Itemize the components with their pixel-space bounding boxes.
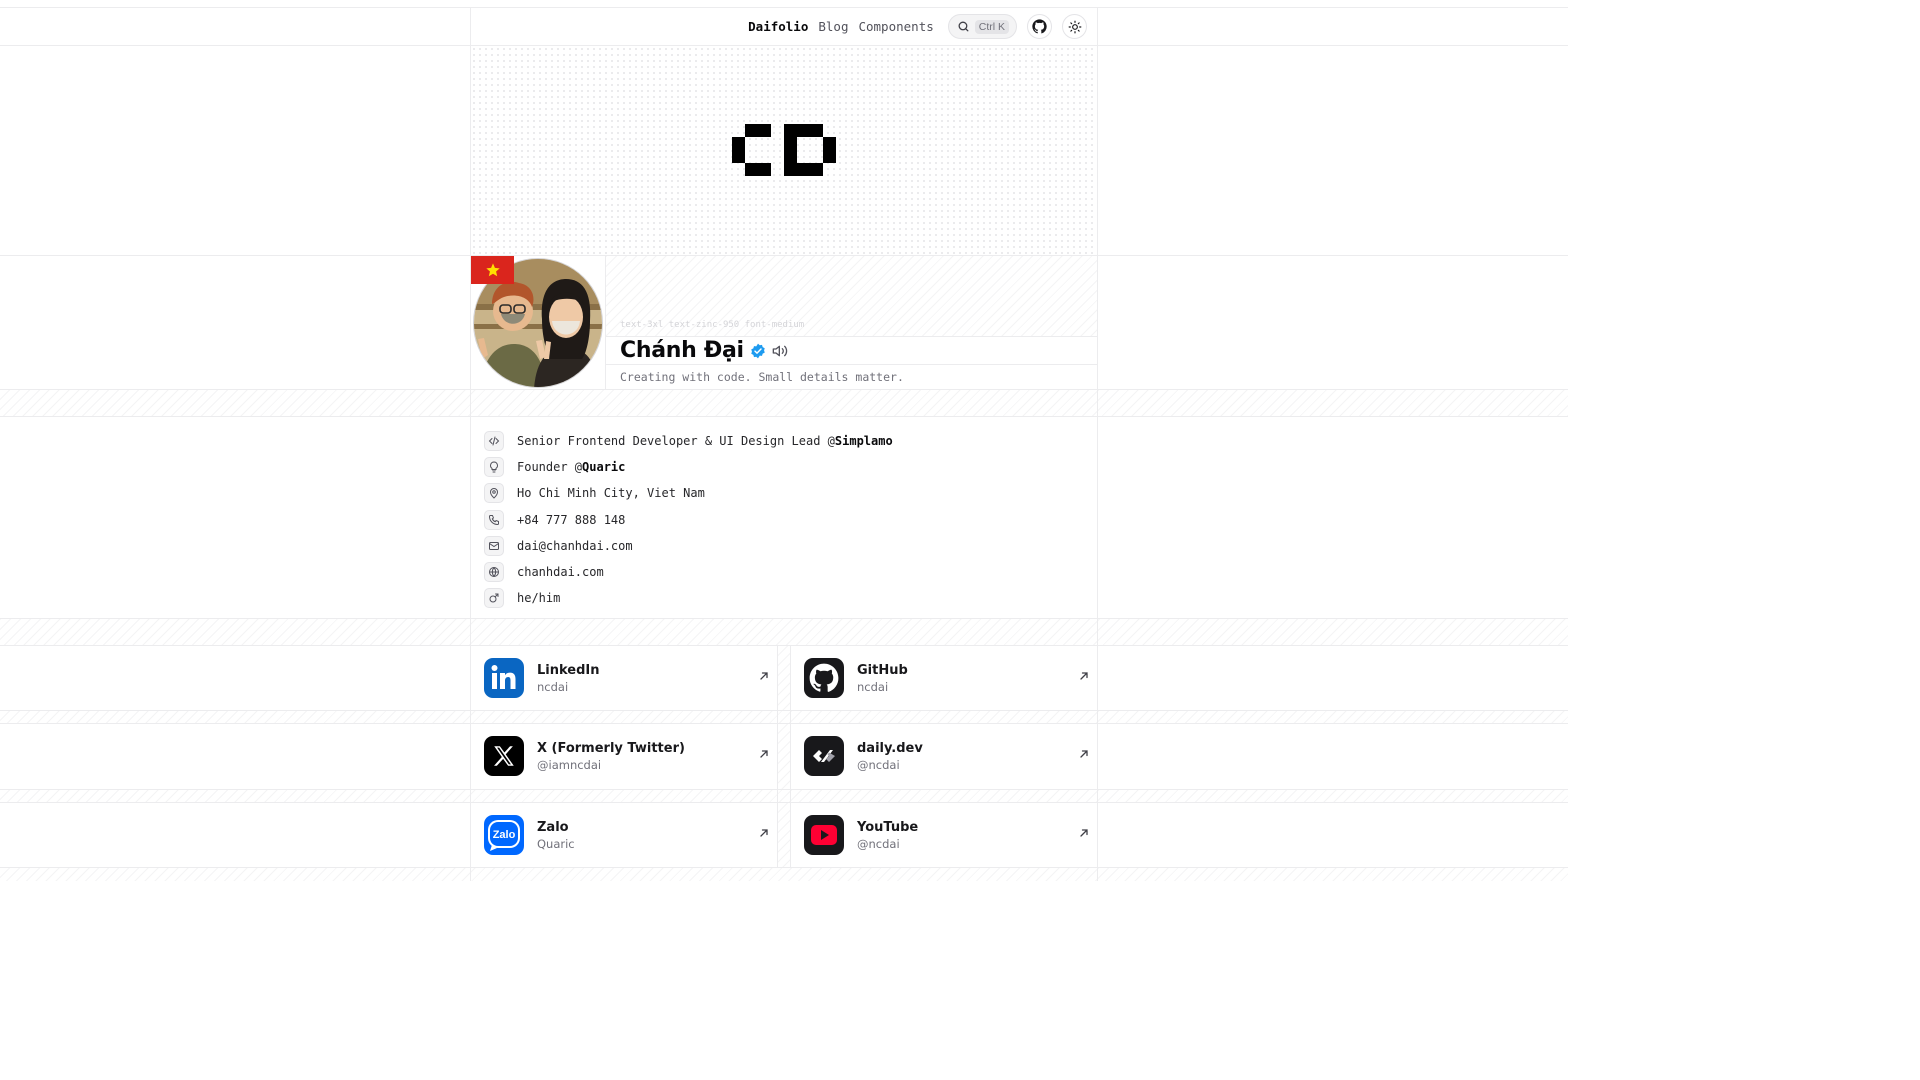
social-handle: Quaric — [537, 836, 575, 851]
github-icon — [804, 658, 844, 698]
social-title: X (Formerly Twitter) — [537, 740, 685, 756]
info-item-job: Senior Frontend Developer & UI Design Le… — [484, 428, 1097, 454]
search-button[interactable]: Ctrl K — [947, 14, 1017, 39]
social-handle: ncdai — [857, 679, 889, 694]
github-icon — [1032, 19, 1047, 34]
social-handle: @ncdai — [857, 757, 900, 772]
social-link-youtube[interactable]: YouTube @ncdai — [791, 803, 1097, 867]
arrow-up-right-icon — [1080, 750, 1088, 758]
arrow-up-right-icon — [760, 672, 768, 680]
nav-link-daifolio[interactable]: Daifolio — [748, 19, 808, 34]
arrow-up-right-icon — [760, 829, 768, 837]
social-link-linkedin[interactable]: LinkedIn ncdai — [471, 646, 777, 710]
social-link-dailydev[interactable]: daily.dev @ncdai — [791, 724, 1097, 788]
info-item-phone: +84 777 888 148 — [484, 507, 1097, 533]
info-text: Founder @ — [517, 460, 583, 475]
search-icon — [958, 21, 969, 32]
social-title: Zalo — [537, 819, 569, 835]
info-text: he/him — [517, 591, 561, 606]
class-hint: text-3xl text-zinc-950 font-medium — [620, 320, 805, 330]
dailydev-icon — [804, 736, 844, 776]
social-link-github[interactable]: GitHub ncdai — [791, 646, 1097, 710]
phone-link[interactable]: +84 777 888 148 — [517, 513, 625, 527]
mail-icon — [484, 535, 504, 556]
hero-banner — [471, 46, 1097, 255]
profile-header: text-3xl text-zinc-950 font-medium Chánh… — [605, 256, 1097, 389]
github-button[interactable] — [1027, 14, 1052, 39]
website-link[interactable]: chanhdai.com — [517, 565, 604, 579]
avatar-container — [471, 256, 605, 389]
youtube-icon — [804, 815, 844, 855]
social-title: LinkedIn — [537, 662, 600, 678]
info-item-founder: Founder @Quaric — [484, 454, 1097, 480]
site-logo — [732, 124, 836, 176]
nav-link-components[interactable]: Components — [858, 19, 933, 34]
email-link[interactable]: dai@chanhdai.com — [517, 539, 633, 553]
linkedin-icon — [484, 658, 524, 698]
arrow-up-right-icon — [760, 750, 768, 758]
zalo-icon: Zalo — [484, 815, 524, 855]
globe-icon — [484, 562, 504, 583]
sun-icon — [1068, 20, 1081, 33]
social-title: GitHub — [857, 662, 908, 678]
search-shortcut-kbd: Ctrl K — [974, 19, 1009, 34]
company-link[interactable]: Quaric — [582, 460, 625, 474]
vietnam-flag-icon — [471, 256, 514, 284]
info-item-website: chanhdai.com — [484, 559, 1097, 585]
social-title: YouTube — [857, 819, 919, 835]
info-item-email: dai@chanhdai.com — [484, 533, 1097, 559]
social-handle: @iamncdai — [537, 757, 602, 772]
arrow-up-right-icon — [1080, 672, 1088, 680]
phone-icon — [484, 509, 504, 530]
info-list: Senior Frontend Developer & UI Design Le… — [471, 417, 1097, 618]
social-handle: ncdai — [537, 679, 569, 694]
social-handle: @ncdai — [857, 836, 900, 851]
theme-toggle-button[interactable] — [1062, 14, 1087, 39]
mars-icon — [484, 588, 504, 609]
profile-name: Chánh Đại — [620, 338, 744, 363]
profile-tagline: Creating with code. Small details matter… — [620, 370, 904, 384]
social-link-x[interactable]: X (Formerly Twitter) @iamncdai — [471, 724, 777, 788]
social-title: daily.dev — [857, 740, 923, 756]
tagline-row: Creating with code. Small details matter… — [606, 365, 1097, 389]
arrow-up-right-icon — [1080, 829, 1088, 837]
x-icon — [484, 736, 524, 776]
info-item-pronouns: he/him — [484, 585, 1097, 611]
lightbulb-icon — [484, 457, 504, 478]
nav-link-blog[interactable]: Blog — [818, 19, 848, 34]
map-pin-icon — [484, 483, 504, 504]
svg-text:Zalo: Zalo — [493, 829, 516, 841]
social-link-zalo[interactable]: Zalo Zalo Quaric — [471, 803, 777, 867]
speaker-icon[interactable] — [772, 343, 788, 359]
info-text: Ho Chi Minh City, Viet Nam — [517, 486, 705, 501]
info-item-location: Ho Chi Minh City, Viet Nam — [484, 480, 1097, 506]
verified-badge-icon — [751, 343, 765, 358]
code-icon — [484, 431, 504, 452]
name-row: Chánh Đại — [606, 336, 1097, 365]
info-text: Senior Frontend Developer & UI Design Le… — [517, 434, 835, 449]
company-link[interactable]: Simplamo — [835, 434, 893, 448]
top-nav: Daifolio Blog Components Ctrl K — [471, 8, 1097, 45]
